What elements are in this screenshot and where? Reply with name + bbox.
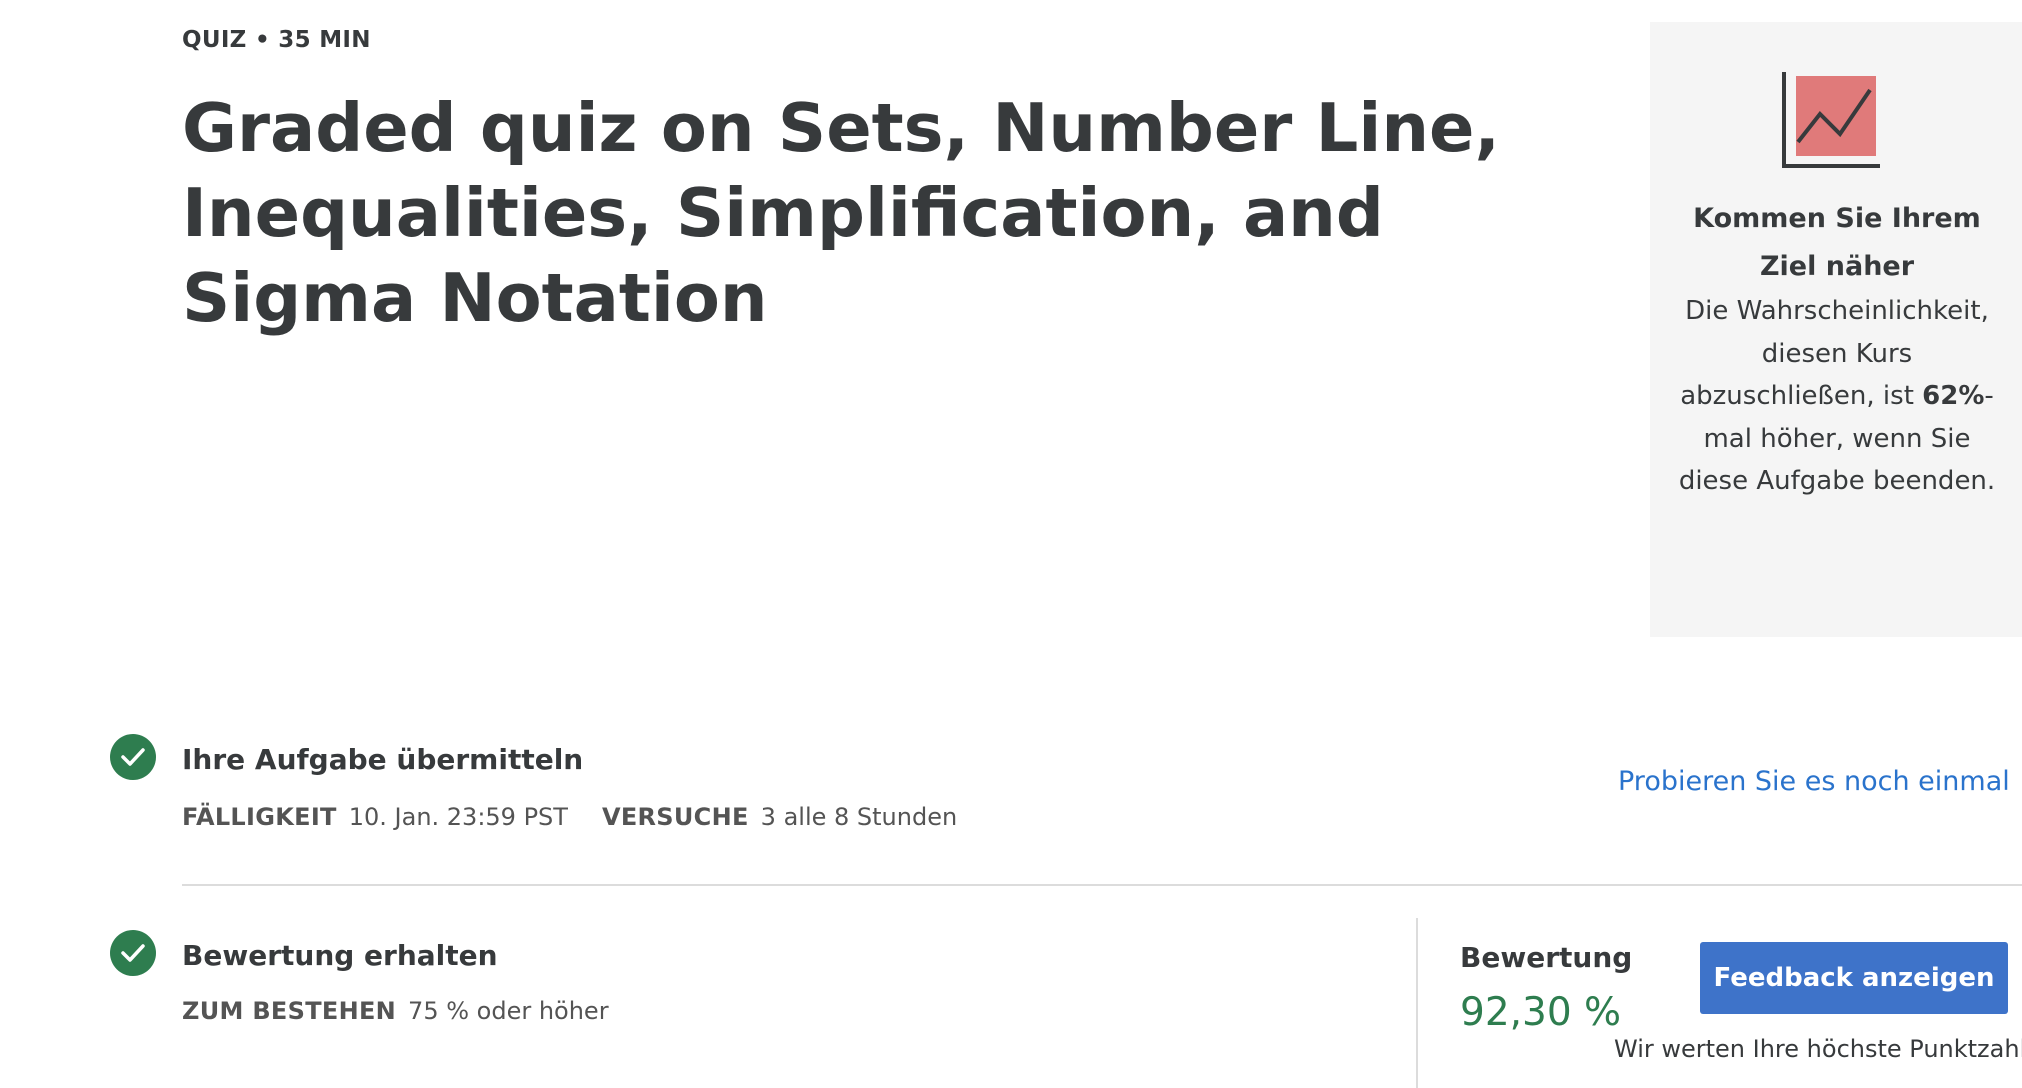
- grade-label: Bewertung: [1460, 941, 1633, 974]
- page-title: Graded quiz on Sets, Number Line, Inequa…: [182, 89, 1500, 337]
- pass-value: 75 % oder höher: [408, 997, 609, 1025]
- quiz-meta: QUIZ • 35 MIN: [182, 27, 371, 53]
- attempts-label: VERSUCHE: [601, 803, 749, 831]
- retry-link[interactable]: Probieren Sie es noch einmal: [1618, 762, 2010, 802]
- goal-panel: Kommen Sie Ihrem Ziel näher Die Wahrsche…: [1650, 22, 2022, 637]
- attempts-value: 3 alle 8 Stunden: [760, 803, 958, 831]
- goal-highlight: 62%: [1922, 381, 1985, 411]
- submit-step-meta: FÄLLIGKEIT 10. Jan. 23:59 PST VERSUCHE 3 al…: [182, 800, 957, 834]
- goal-title: Kommen Sie Ihrem Ziel näher: [1693, 203, 1981, 282]
- due-value: 10. Jan. 23:59 PST: [348, 803, 568, 831]
- grade-step-title: Bewertung erhalten: [182, 939, 498, 972]
- goal-text: Die Wahrscheinlichkeit, diesen Kurs abzu…: [1672, 290, 2002, 503]
- grade-value: 92,30 %: [1460, 990, 1622, 1035]
- check-circle-icon: [110, 734, 156, 780]
- divider: [182, 884, 2022, 886]
- vertical-divider: [1416, 918, 1418, 1088]
- trend-chart-icon: [1782, 72, 1882, 172]
- check-circle-icon: [110, 930, 156, 976]
- submit-step-title: Ihre Aufgabe übermitteln: [182, 743, 584, 776]
- pass-label: ZUM BESTEHEN: [182, 997, 397, 1025]
- due-label: FÄLLIGKEIT: [182, 803, 337, 831]
- feedback-button[interactable]: Feedback anzeigen: [1700, 942, 2008, 1014]
- grade-step-meta: ZUM BESTEHEN 75 % oder höher: [182, 994, 609, 1028]
- best-score-note: Wir werten Ihre höchste Punktzahl.: [1614, 1035, 2022, 1063]
